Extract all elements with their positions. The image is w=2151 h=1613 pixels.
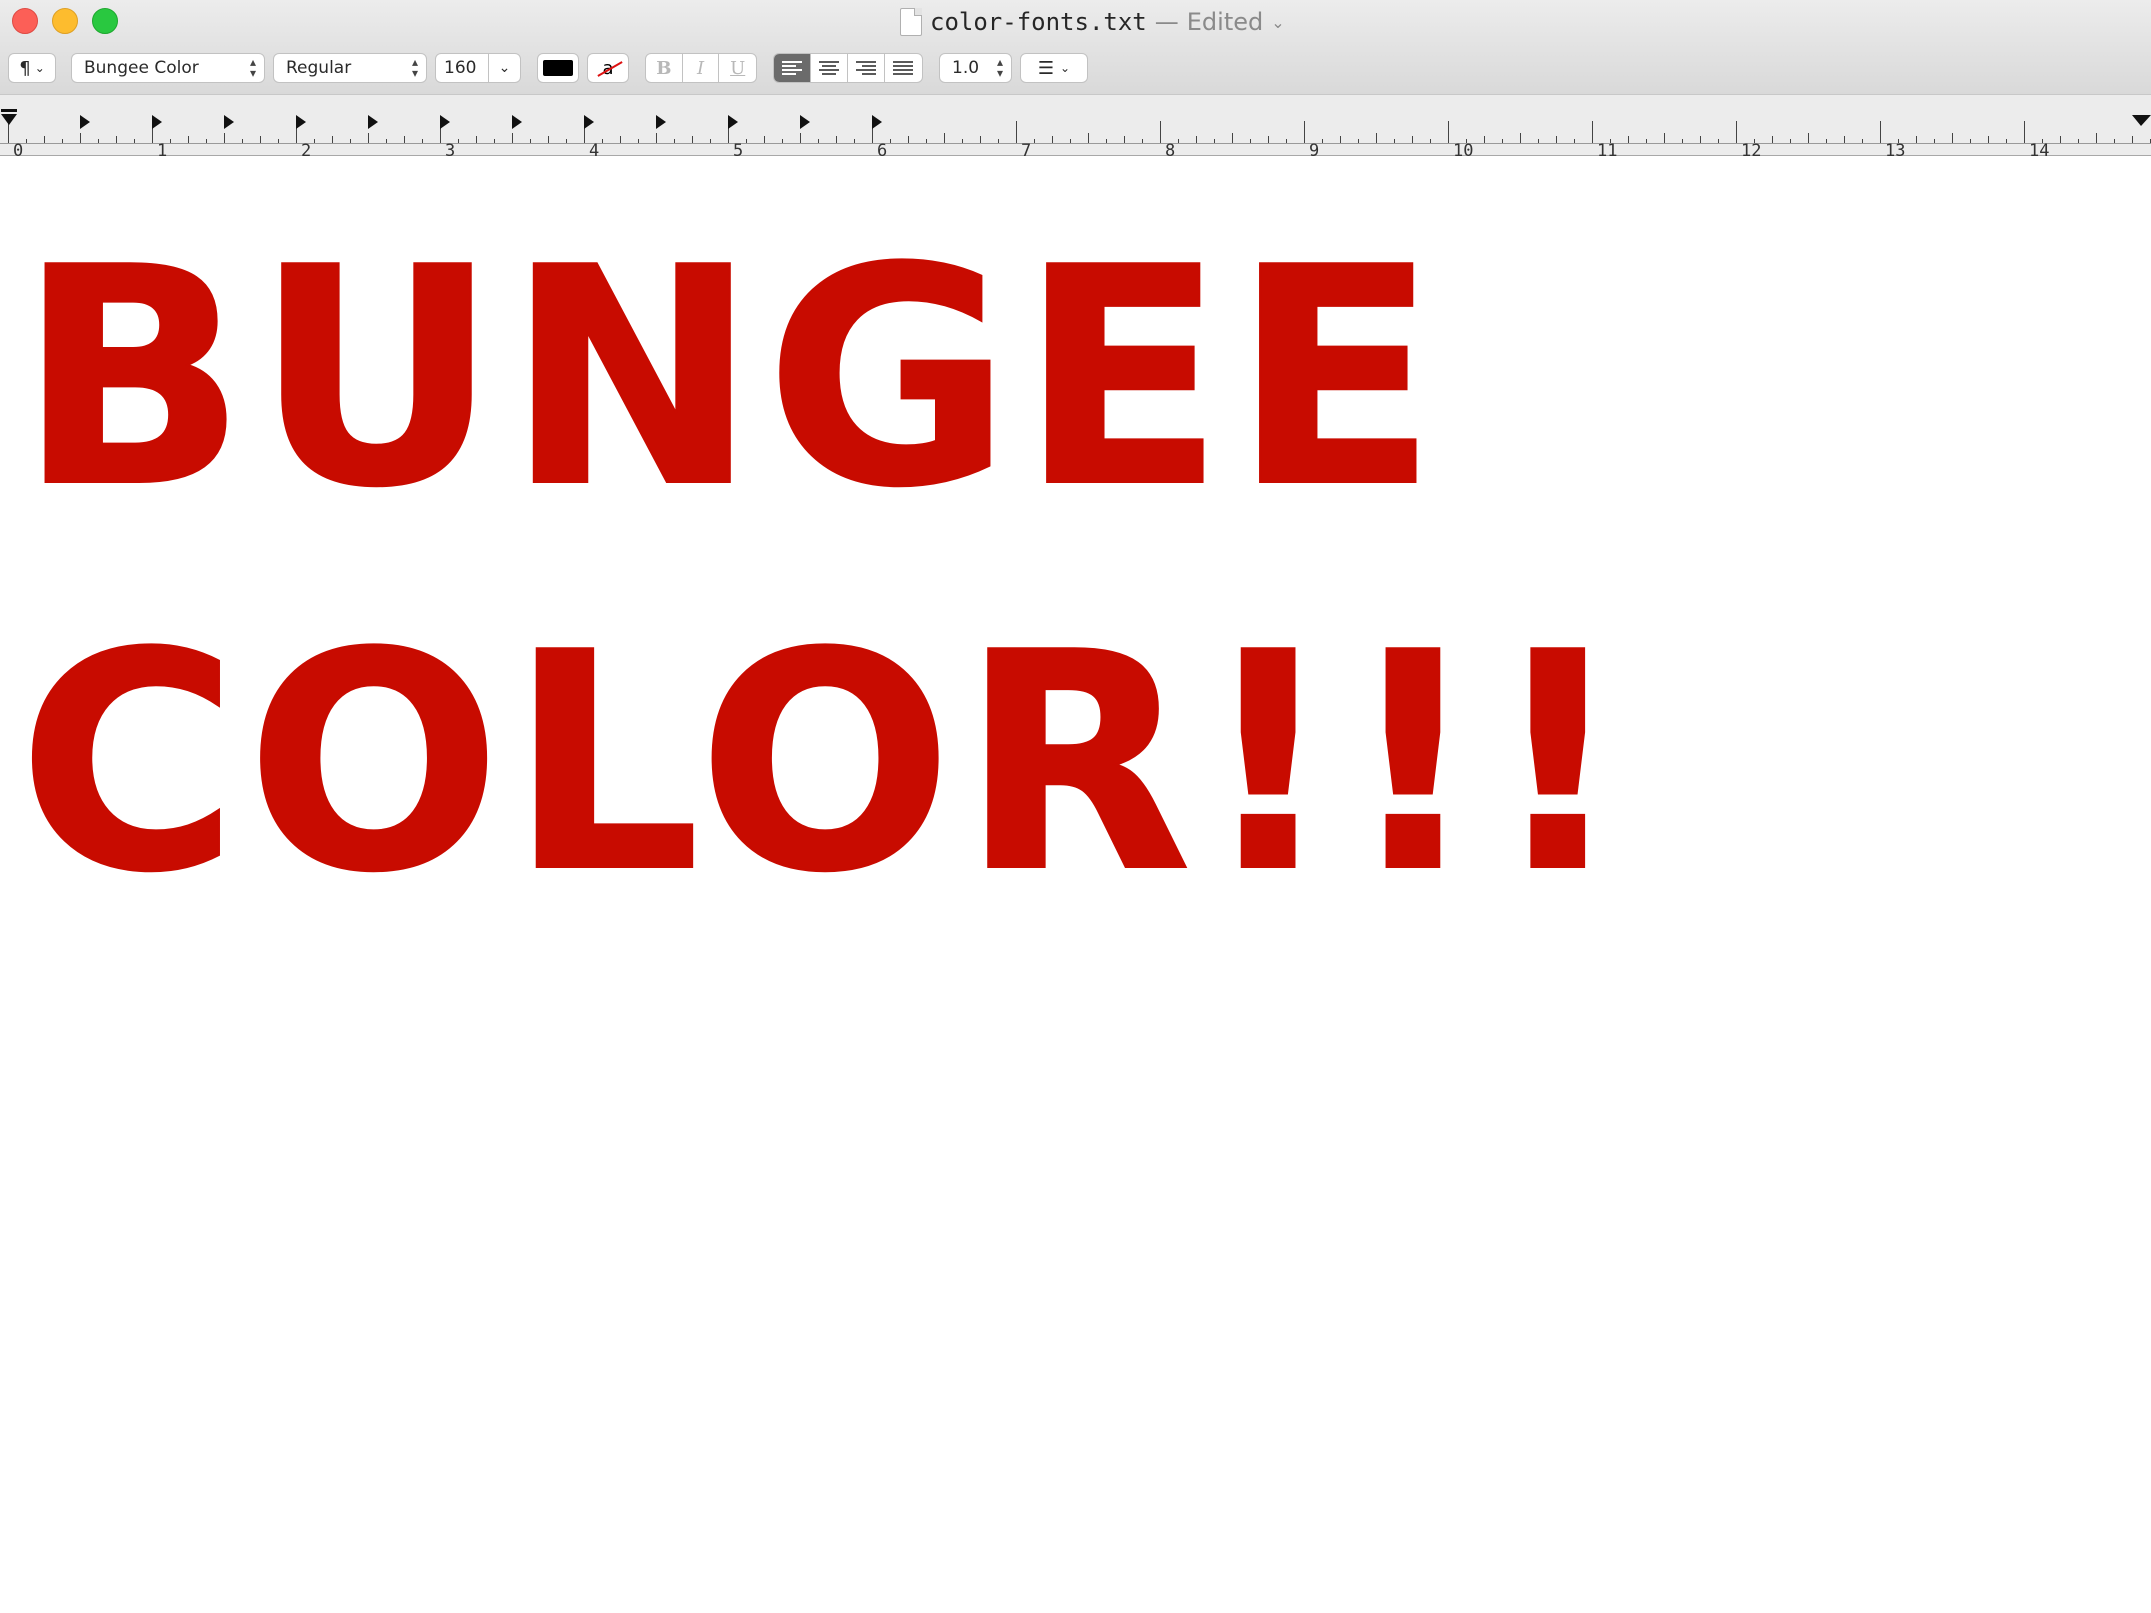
ruler-label: 6: [877, 141, 887, 157]
font-size-field[interactable]: 160: [436, 54, 489, 82]
align-right-icon: [856, 61, 876, 75]
updown-arrows-icon: ▴ ▾: [996, 55, 1004, 80]
chevron-down-icon: ⌄: [1060, 61, 1071, 75]
paragraph-styles-button[interactable]: ¶ ⌄: [8, 53, 56, 83]
ruler-label: 7: [1021, 141, 1031, 157]
title-separator: —: [1154, 8, 1179, 36]
line-spacing-value: 1.0: [952, 58, 980, 78]
window-title[interactable]: color-fonts.txt — Edited ⌄: [900, 6, 1285, 38]
chevron-down-icon[interactable]: ⌄: [489, 60, 520, 76]
format-toolbar: ¶ ⌄ Bungee Color ▴ ▾ Regular ▴ ▾ 160 ⌄ a B…: [0, 44, 2151, 94]
no-background-color-icon: a: [602, 57, 614, 79]
maximize-window-button[interactable]: [92, 8, 118, 34]
document-status: Edited: [1186, 8, 1264, 36]
pilcrow-icon: ¶: [19, 57, 31, 79]
lists-popup[interactable]: ☰ ⌄: [1020, 53, 1088, 83]
ruler-label: 13: [1885, 141, 1905, 157]
justify-icon: [893, 61, 914, 75]
right-margin-marker[interactable]: [2132, 115, 2151, 126]
updown-arrows-icon: ▴ ▾: [249, 55, 257, 80]
text-line: BUNGEE: [17, 203, 1446, 554]
document-editor[interactable]: BUNGEE COLOR!!!: [0, 156, 2151, 1613]
tab-stop-marker[interactable]: [80, 115, 90, 129]
tab-stop-marker[interactable]: [728, 115, 738, 129]
ruler-label: 8: [1165, 141, 1175, 157]
text-color-well[interactable]: [537, 53, 579, 83]
ruler-label: 4: [589, 141, 599, 157]
minimize-window-button[interactable]: [52, 8, 78, 34]
tab-stop-marker[interactable]: [872, 115, 882, 129]
line-spacing-popup[interactable]: 1.0 ▴ ▾: [939, 53, 1012, 83]
title-bar: color-fonts.txt — Edited ⌄: [0, 0, 2151, 44]
ruler-label: 3: [445, 141, 455, 157]
align-left-icon: [782, 61, 802, 75]
bold-button[interactable]: B: [646, 54, 683, 82]
text-color-swatch: [543, 60, 573, 76]
ruler-label: 1: [157, 141, 167, 157]
document-icon: [900, 8, 922, 36]
align-center-icon: [819, 61, 839, 75]
justify-button[interactable]: [885, 54, 922, 82]
ruler-label: 12: [1741, 141, 1761, 157]
font-style-value: Regular: [286, 58, 352, 78]
ruler-label: 11: [1597, 141, 1617, 157]
ruler-label: 14: [2029, 141, 2049, 157]
alignment-segment: [773, 53, 923, 83]
close-window-button[interactable]: [12, 8, 38, 34]
font-family-popup[interactable]: Bungee Color ▴ ▾: [71, 53, 265, 83]
ruler-label: 10: [1453, 141, 1473, 157]
ruler-label: 9: [1309, 141, 1319, 157]
italic-button[interactable]: I: [683, 54, 720, 82]
document-text[interactable]: BUNGEE COLOR!!!: [17, 186, 1635, 956]
tab-stop-marker[interactable]: [440, 115, 450, 129]
tab-stop-marker[interactable]: [152, 115, 162, 129]
ruler-label: 2: [301, 141, 311, 157]
list-bullets-icon: ☰: [1037, 57, 1054, 79]
ruler[interactable]: 0 1 2 3 4 5 6 7 8 9 10 11 12 13 14: [0, 94, 2151, 157]
background-color-well[interactable]: a: [587, 53, 629, 83]
tab-stop-marker[interactable]: [224, 115, 234, 129]
align-right-button[interactable]: [848, 54, 885, 82]
font-size-combo[interactable]: 160 ⌄: [435, 53, 521, 83]
tab-stop-marker[interactable]: [368, 115, 378, 129]
underline-button[interactable]: U: [719, 54, 756, 82]
updown-arrows-icon: ▴ ▾: [411, 55, 419, 80]
align-left-button[interactable]: [774, 54, 811, 82]
left-indent-marker[interactable]: [1, 114, 17, 125]
align-center-button[interactable]: [811, 54, 848, 82]
ruler-scale: 0 1 2 3 4 5 6 7 8 9 10 11 12 13 14: [0, 109, 2151, 157]
tab-stop-marker[interactable]: [656, 115, 666, 129]
font-style-popup[interactable]: Regular ▴ ▾: [273, 53, 427, 83]
tab-stop-marker[interactable]: [296, 115, 306, 129]
tab-stop-marker[interactable]: [584, 115, 594, 129]
text-line: COLOR!!!: [17, 588, 1635, 939]
tab-stop-marker[interactable]: [800, 115, 810, 129]
chevron-down-icon[interactable]: ⌄: [1271, 13, 1284, 32]
first-line-indent-marker[interactable]: [1, 109, 17, 112]
document-filename: color-fonts.txt: [930, 8, 1147, 36]
font-family-value: Bungee Color: [84, 58, 199, 78]
text-style-segment: B I U: [645, 53, 757, 83]
ruler-label: 0: [13, 141, 23, 157]
chevron-down-icon: ⌄: [34, 61, 45, 75]
ruler-label: 5: [733, 141, 743, 157]
tab-stop-marker[interactable]: [512, 115, 522, 129]
